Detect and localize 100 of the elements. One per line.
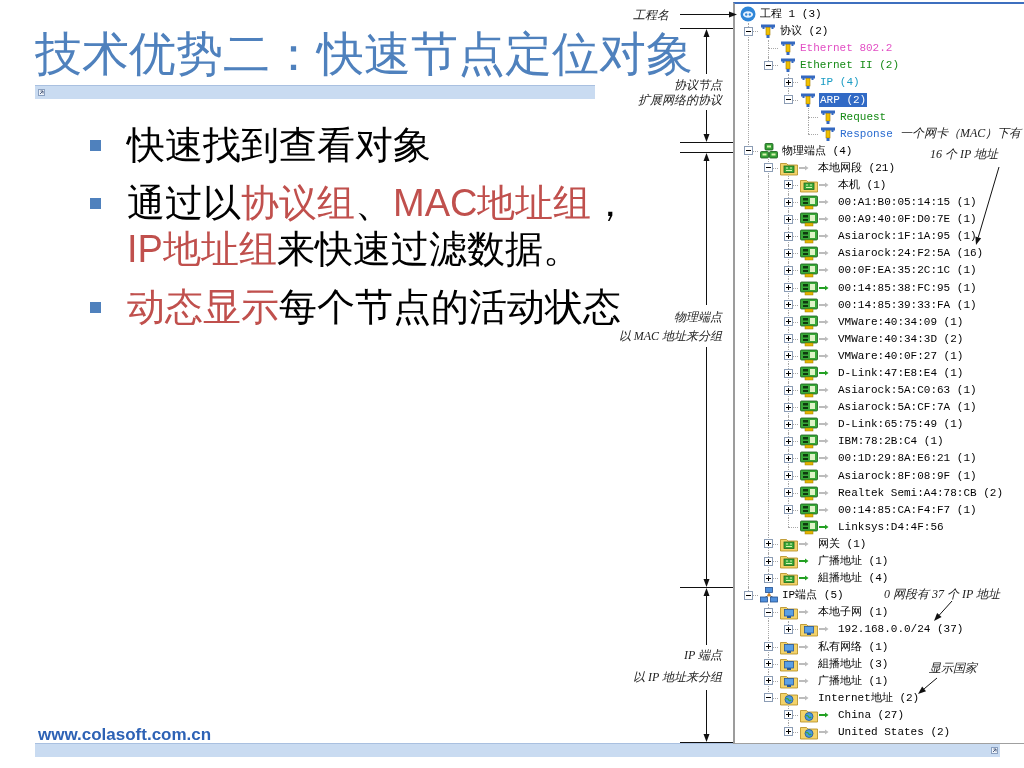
- annotation-label: 以 IP 地址来分组: [632, 670, 722, 684]
- annotation-label: 一个网卡（MAC）下有: [900, 126, 1022, 140]
- tree-toggle-icon[interactable]: [783, 454, 793, 463]
- tree-item[interactable]: VMWare:40:0F:27 (1): [837, 348, 965, 363]
- tree-item[interactable]: 协议 (2): [779, 24, 830, 39]
- tree-toggle-icon[interactable]: [763, 539, 773, 549]
- network-card-icon: [800, 228, 818, 245]
- tree-item[interactable]: IP端点 (5): [781, 588, 845, 603]
- tree-item[interactable]: Asiarock:8F:08:9F (1): [837, 468, 978, 483]
- network-card-icon: [800, 416, 818, 433]
- tree-item[interactable]: Realtek Semi:A4:78:CB (2): [837, 485, 1005, 500]
- pointer-arrow: [918, 677, 938, 694]
- annotation-label: 物理端点: [674, 310, 722, 324]
- tree-toggle-icon[interactable]: [783, 710, 793, 720]
- tree-toggle-icon[interactable]: [783, 385, 793, 395]
- tree-item[interactable]: 00:A9:40:0F:D0:7E (1): [837, 212, 978, 227]
- tree-toggle-icon[interactable]: [783, 368, 793, 378]
- tree-toggle-icon[interactable]: [783, 214, 793, 224]
- tree-toggle-icon[interactable]: [783, 197, 793, 207]
- network-card-icon: [800, 433, 818, 450]
- tree-toggle-icon[interactable]: [783, 248, 793, 258]
- tree-toggle-icon[interactable]: [783, 77, 793, 87]
- tree-item[interactable]: 00:14:85:39:33:FA (1): [837, 297, 978, 312]
- tree-toggle-icon[interactable]: [763, 642, 773, 651]
- tree-toggle-icon[interactable]: [783, 283, 793, 293]
- t-connector-icon: [780, 57, 796, 74]
- tree-item[interactable]: 00:0F:EA:35:2C:1C (1): [837, 263, 978, 278]
- tree-toggle-icon[interactable]: [783, 180, 793, 190]
- tree-toggle-icon[interactable]: [783, 265, 793, 275]
- network-card-icon: [800, 365, 818, 381]
- tree-item[interactable]: 私有网络 (1): [817, 639, 890, 654]
- tree-item[interactable]: Linksys:D4:4F:56: [837, 519, 945, 534]
- tree-item[interactable]: 組播地址 (3): [817, 656, 890, 671]
- tree-item[interactable]: 物理端点 (4): [781, 143, 854, 158]
- tree-item[interactable]: 广播地址 (1): [817, 554, 890, 569]
- tree-item[interactable]: 組播地址 (4): [817, 571, 890, 586]
- network-card-icon: [800, 313, 818, 330]
- tree-item[interactable]: D-Link:65:75:49 (1): [837, 417, 965, 432]
- tree-item[interactable]: 网关 (1): [817, 536, 868, 551]
- annotation-label: IP 端点: [683, 648, 722, 662]
- annotation-label: 扩展网络的协议: [638, 93, 722, 107]
- folder-monitor-icon: [800, 621, 818, 638]
- tree-toggle-icon[interactable]: [763, 607, 773, 617]
- tree-item[interactable]: Internet地址 (2): [817, 690, 921, 705]
- tree-toggle-icon[interactable]: [783, 505, 793, 515]
- tree-item[interactable]: 本机 (1): [837, 178, 888, 192]
- tree-toggle-icon[interactable]: [783, 317, 793, 327]
- tree-toggle-icon[interactable]: [783, 624, 793, 634]
- tree-toggle-icon[interactable]: [783, 488, 793, 498]
- network-card-icon: [800, 467, 818, 484]
- tree-item[interactable]: IBM:78:2B:C4 (1): [837, 434, 945, 449]
- tree-toggle-icon[interactable]: [763, 573, 773, 583]
- tree-item[interactable]: Asiarock:24:F2:5A (16): [837, 246, 985, 261]
- tree-item[interactable]: Asiarock:5A:C0:63 (1): [837, 383, 978, 398]
- tree-item[interactable]: 本地网段 (21): [817, 160, 896, 175]
- network-card-icon: [800, 347, 818, 364]
- tree-item[interactable]: 工程 1 (3): [759, 7, 823, 22]
- tree-toggle-icon[interactable]: [783, 419, 793, 429]
- tree-item[interactable]: VMWare:40:34:09 (1): [837, 314, 965, 329]
- tree-toggle-icon[interactable]: [783, 300, 793, 310]
- tree-item[interactable]: 00:A1:B0:05:14:15 (1): [837, 195, 978, 210]
- tree-toggle-icon[interactable]: [783, 351, 793, 361]
- tree-item[interactable]: 广播地址 (1): [817, 673, 890, 688]
- tree-item[interactable]: Asiarock:5A:CF:7A (1): [837, 400, 978, 415]
- tree-item[interactable]: Ethernet II (2): [799, 58, 901, 73]
- tree-item[interactable]: China (27): [837, 707, 905, 722]
- tree-toggle-icon[interactable]: [783, 471, 793, 481]
- tree-toggle-icon[interactable]: [743, 146, 753, 156]
- tree-toggle-icon[interactable]: [743, 590, 753, 600]
- tree-item[interactable]: D-Link:47:E8:E4 (1): [837, 366, 965, 380]
- tree-toggle-icon[interactable]: [763, 556, 773, 566]
- website-url: www.colasoft.com.cn: [38, 726, 212, 743]
- tree-item[interactable]: Asiarock:1F:1A:95 (1): [837, 229, 978, 244]
- bullet-square-icon: [90, 302, 101, 313]
- tree-item[interactable]: VMWare:40:34:3D (2): [837, 331, 965, 346]
- tree-item[interactable]: Request: [839, 109, 888, 124]
- tree-toggle-icon[interactable]: [763, 60, 773, 70]
- tree-toggle-icon[interactable]: [763, 676, 773, 686]
- annotation-label: 协议节点: [674, 78, 722, 92]
- tree-item[interactable]: United States (2): [837, 725, 952, 739]
- tree-item[interactable]: 00:1D:29:8A:E6:21 (1): [837, 451, 978, 466]
- network-card-icon: [800, 501, 818, 518]
- tree-toggle-icon[interactable]: [743, 26, 753, 36]
- tree-item[interactable]: ARP (2): [819, 92, 868, 107]
- tree-toggle-icon[interactable]: [783, 436, 793, 446]
- tree-toggle-icon[interactable]: [763, 693, 773, 703]
- tree-item[interactable]: 00:14:85:CA:F4:F7 (1): [837, 502, 978, 517]
- tree-toggle-icon[interactable]: [783, 231, 793, 241]
- tree-toggle-icon[interactable]: [783, 402, 793, 412]
- tree-toggle-icon[interactable]: [783, 334, 793, 344]
- tree-item[interactable]: Response: [839, 126, 894, 141]
- tree-item[interactable]: 本地子网 (1): [817, 605, 890, 620]
- tree-toggle-icon[interactable]: [783, 95, 793, 104]
- tree-item[interactable]: 00:14:85:38:FC:95 (1): [837, 280, 978, 295]
- tree-item[interactable]: Ethernet 802.2: [799, 41, 894, 56]
- folder-monitor-icon: [780, 604, 798, 621]
- tree-toggle-icon[interactable]: [783, 727, 793, 737]
- tree-toggle-icon[interactable]: [763, 659, 773, 669]
- tree-toggle-icon[interactable]: [763, 163, 773, 173]
- tree-item[interactable]: 192.168.0.0/24 (37): [837, 622, 965, 637]
